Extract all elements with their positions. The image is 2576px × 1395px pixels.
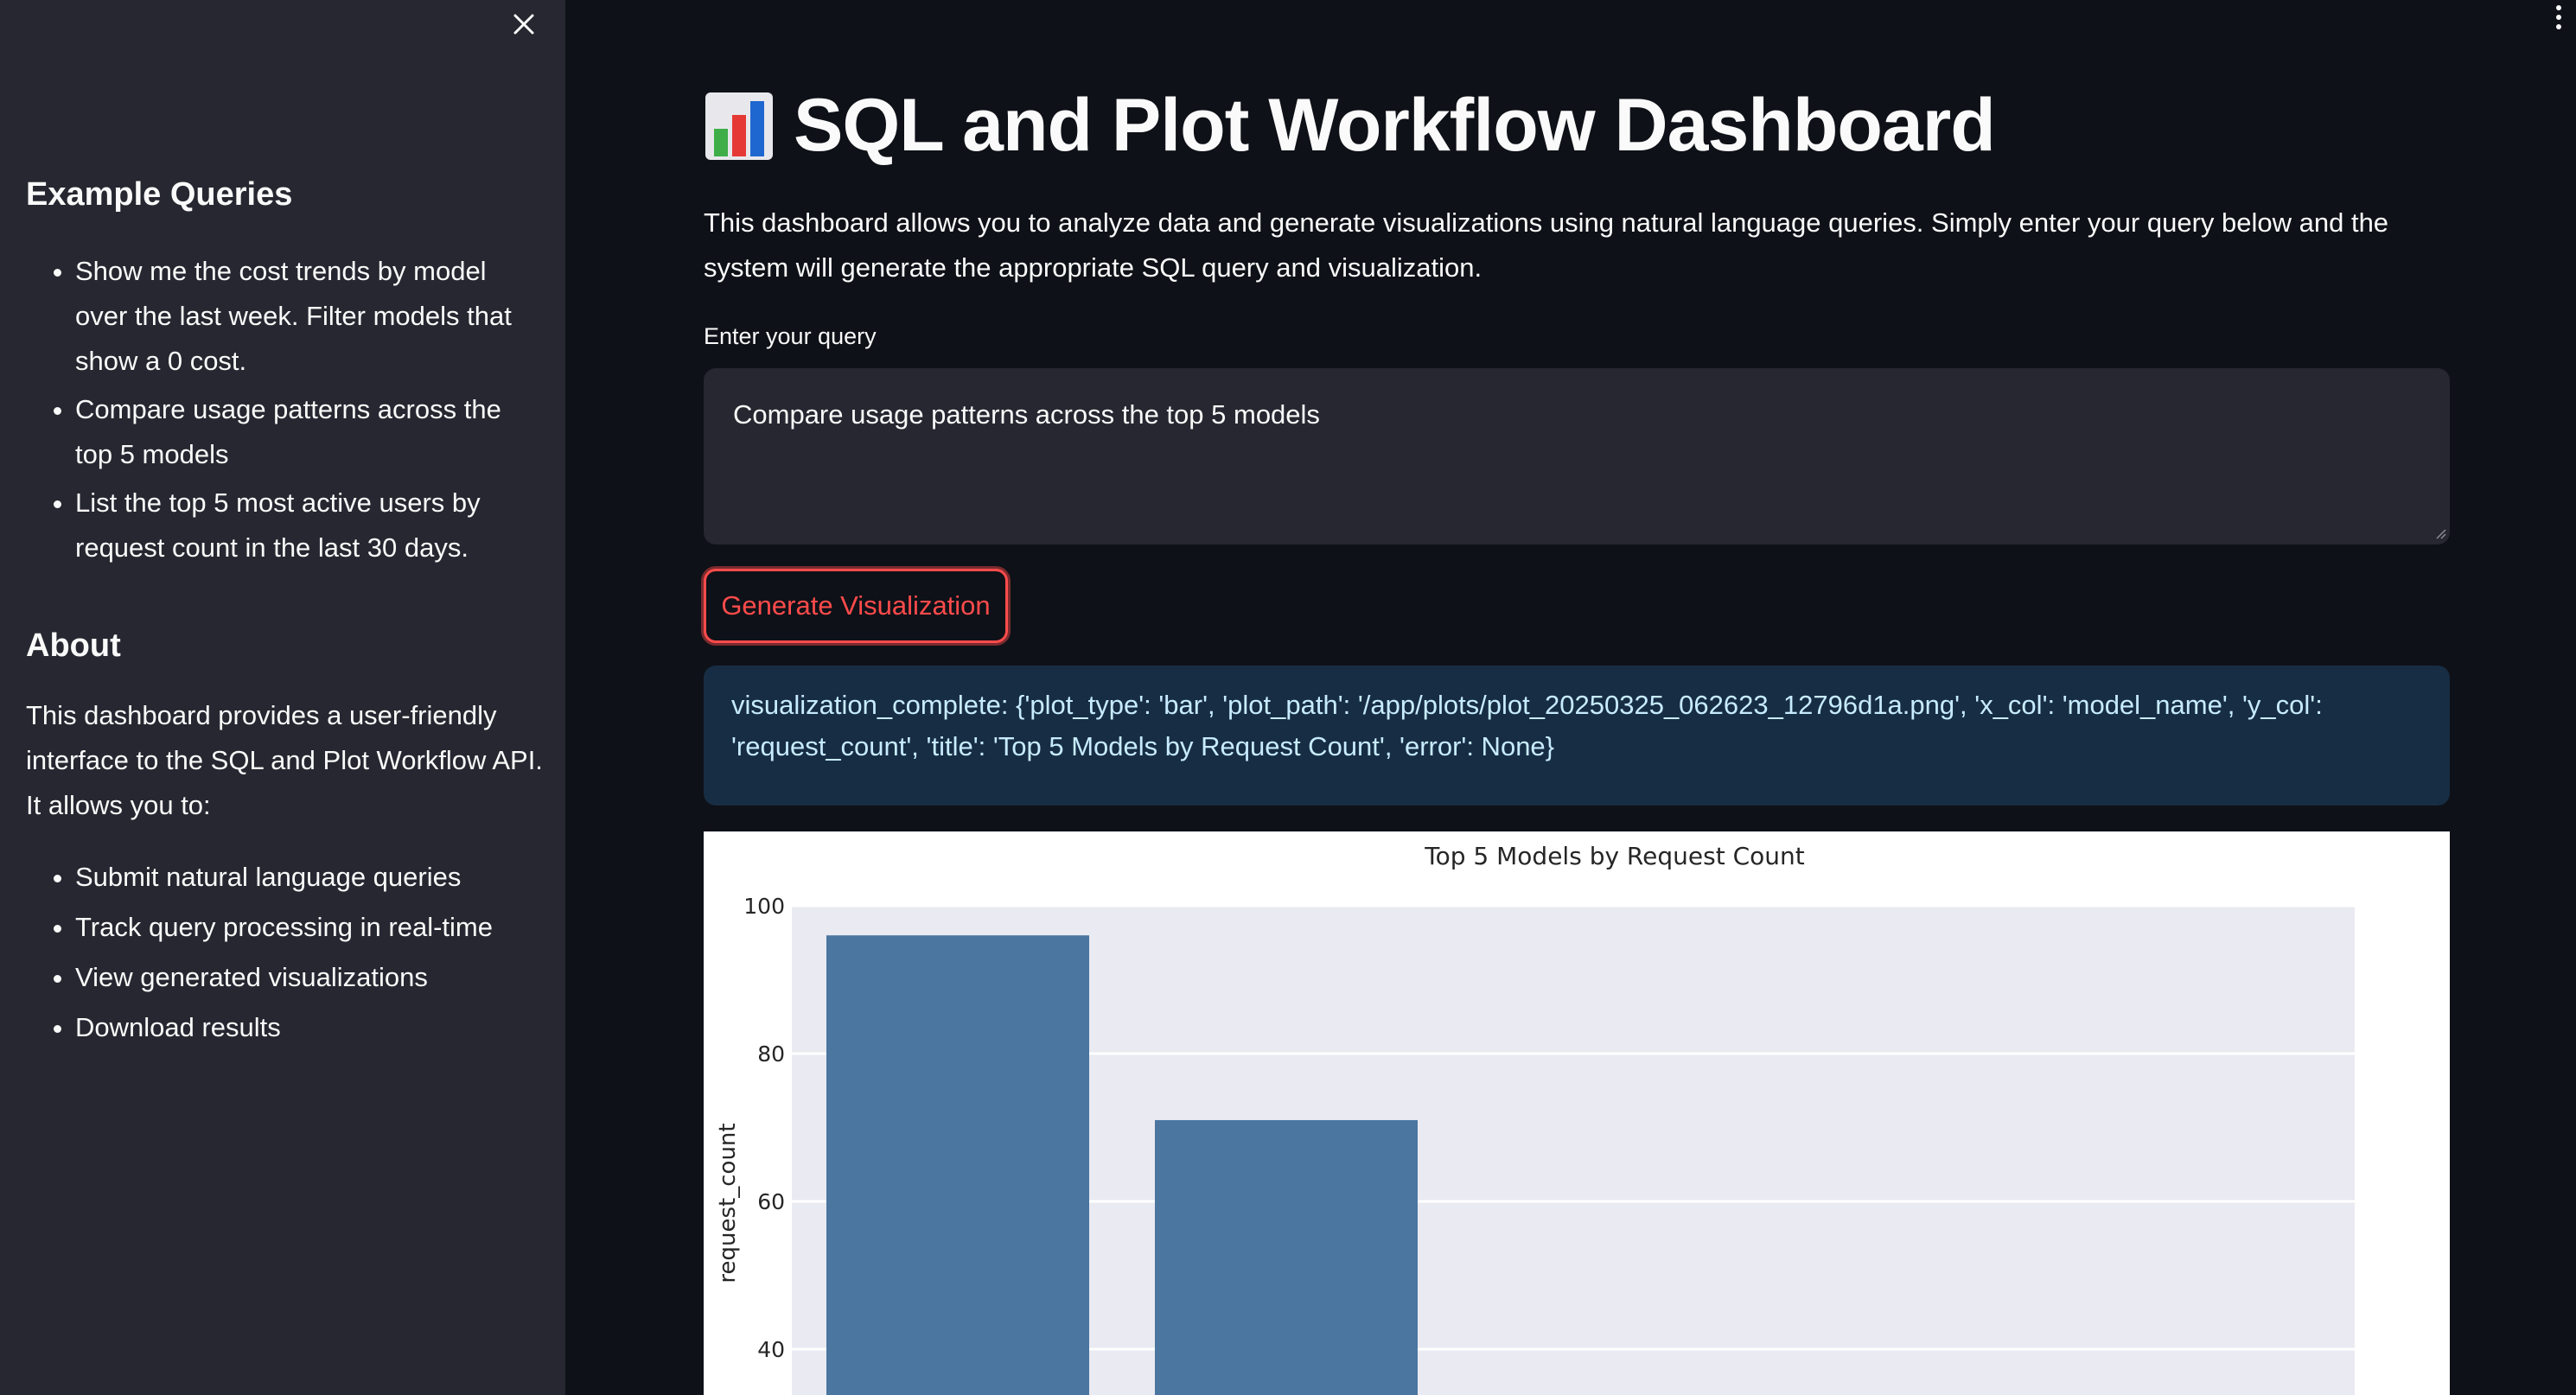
y-tick-label: 80 xyxy=(757,1041,785,1067)
intro-text: This dashboard allows you to analyze dat… xyxy=(704,207,2389,283)
bar-chart: Top 5 Models by Request Count 406080100 … xyxy=(715,842,2355,1395)
y-tick-label: 60 xyxy=(757,1189,785,1214)
feature-item: Download results xyxy=(75,1003,536,1053)
example-queries-list: Show me the cost trends by model over th… xyxy=(26,249,536,574)
feature-item: View generated visualizations xyxy=(75,952,536,1003)
y-axis-ticks: 40 60 80 100 xyxy=(743,894,785,1362)
bar xyxy=(1155,1119,1418,1395)
feature-item: Track query processing in real-time xyxy=(75,902,536,952)
kebab-menu-icon xyxy=(2556,5,2561,10)
query-label: Enter your query xyxy=(704,323,877,349)
query-input[interactable]: Compare usage patterns across the top 5 … xyxy=(704,368,2450,545)
feature-list: Submit natural language queries Track qu… xyxy=(26,852,536,1053)
example-query-item[interactable]: List the top 5 most active users by requ… xyxy=(75,481,536,570)
y-axis-label: request_count xyxy=(715,1123,741,1283)
bar xyxy=(826,935,1089,1395)
chart-container: Top 5 Models by Request Count 40 60 80 100 … xyxy=(704,831,2450,1395)
close-sidebar-button[interactable] xyxy=(507,7,541,41)
about-text: This dashboard provides a user-friendly … xyxy=(26,700,543,820)
main-menu-button[interactable] xyxy=(2550,5,2567,36)
sidebar: Example Queries Show me the cost trends … xyxy=(0,0,565,1395)
page-title-text: SQL and Plot Workflow Dashboard xyxy=(794,84,1996,167)
example-queries-heading: Example Queries xyxy=(26,176,293,213)
about-heading: About xyxy=(26,627,121,664)
generate-visualization-button[interactable]: Generate Visualization xyxy=(704,569,1008,643)
chart-title: Top 5 Models by Request Count xyxy=(1424,842,1804,870)
feature-item: Submit natural language queries xyxy=(75,852,536,902)
example-query-item[interactable]: Show me the cost trends by model over th… xyxy=(75,249,536,384)
example-query-item[interactable]: Compare usage patterns across the top 5 … xyxy=(75,387,536,477)
page-title: SQL and Plot Workflow Dashboard xyxy=(704,83,1996,169)
close-icon xyxy=(513,14,534,35)
y-tick-label: 100 xyxy=(743,894,785,919)
bar-chart-icon xyxy=(705,92,773,160)
y-tick-label: 40 xyxy=(757,1337,785,1362)
status-message: visualization_complete: {'plot_type': 'b… xyxy=(704,666,2450,806)
resize-handle-icon[interactable] xyxy=(2434,527,2446,539)
